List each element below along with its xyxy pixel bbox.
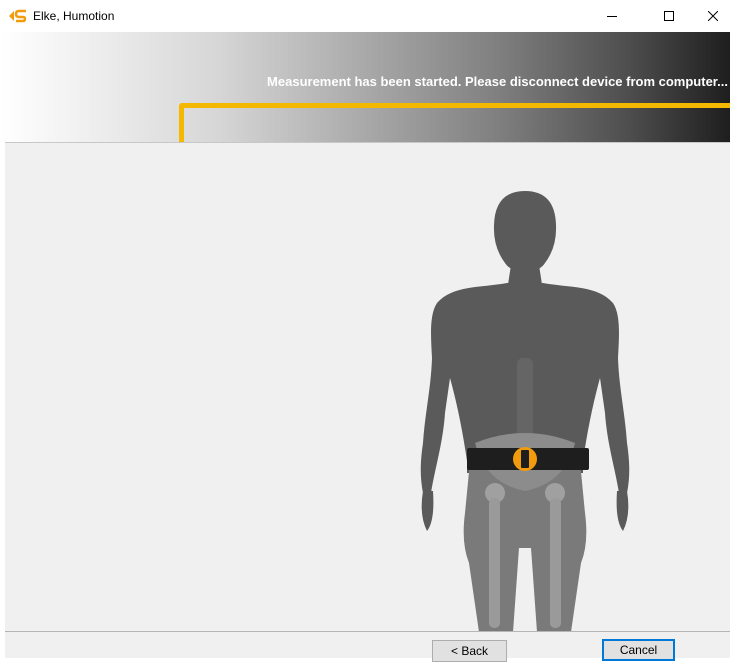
figure-right-hand bbox=[616, 491, 629, 531]
maximize-button[interactable] bbox=[646, 0, 692, 32]
body-illustration bbox=[420, 191, 630, 632]
minimize-button[interactable] bbox=[589, 0, 635, 32]
close-button[interactable] bbox=[690, 0, 730, 32]
maximize-icon bbox=[664, 11, 674, 21]
content-panel bbox=[5, 142, 730, 632]
cancel-button[interactable]: Cancel bbox=[602, 639, 675, 661]
figure-left-hand bbox=[421, 491, 434, 531]
left-femur bbox=[489, 498, 500, 628]
window-title: Elke, Humotion bbox=[33, 9, 115, 23]
back-button[interactable]: < Back bbox=[432, 640, 507, 662]
minimize-icon bbox=[607, 16, 617, 17]
sensor-core bbox=[521, 450, 529, 468]
footer-bar: < Back Cancel bbox=[5, 631, 730, 662]
status-message: Measurement has been started. Please dis… bbox=[267, 74, 728, 89]
close-icon bbox=[708, 11, 718, 21]
right-femur bbox=[550, 498, 561, 628]
figure-head bbox=[493, 191, 557, 273]
title-bar: Elke, Humotion bbox=[0, 0, 730, 32]
app-logo-icon bbox=[9, 9, 27, 23]
